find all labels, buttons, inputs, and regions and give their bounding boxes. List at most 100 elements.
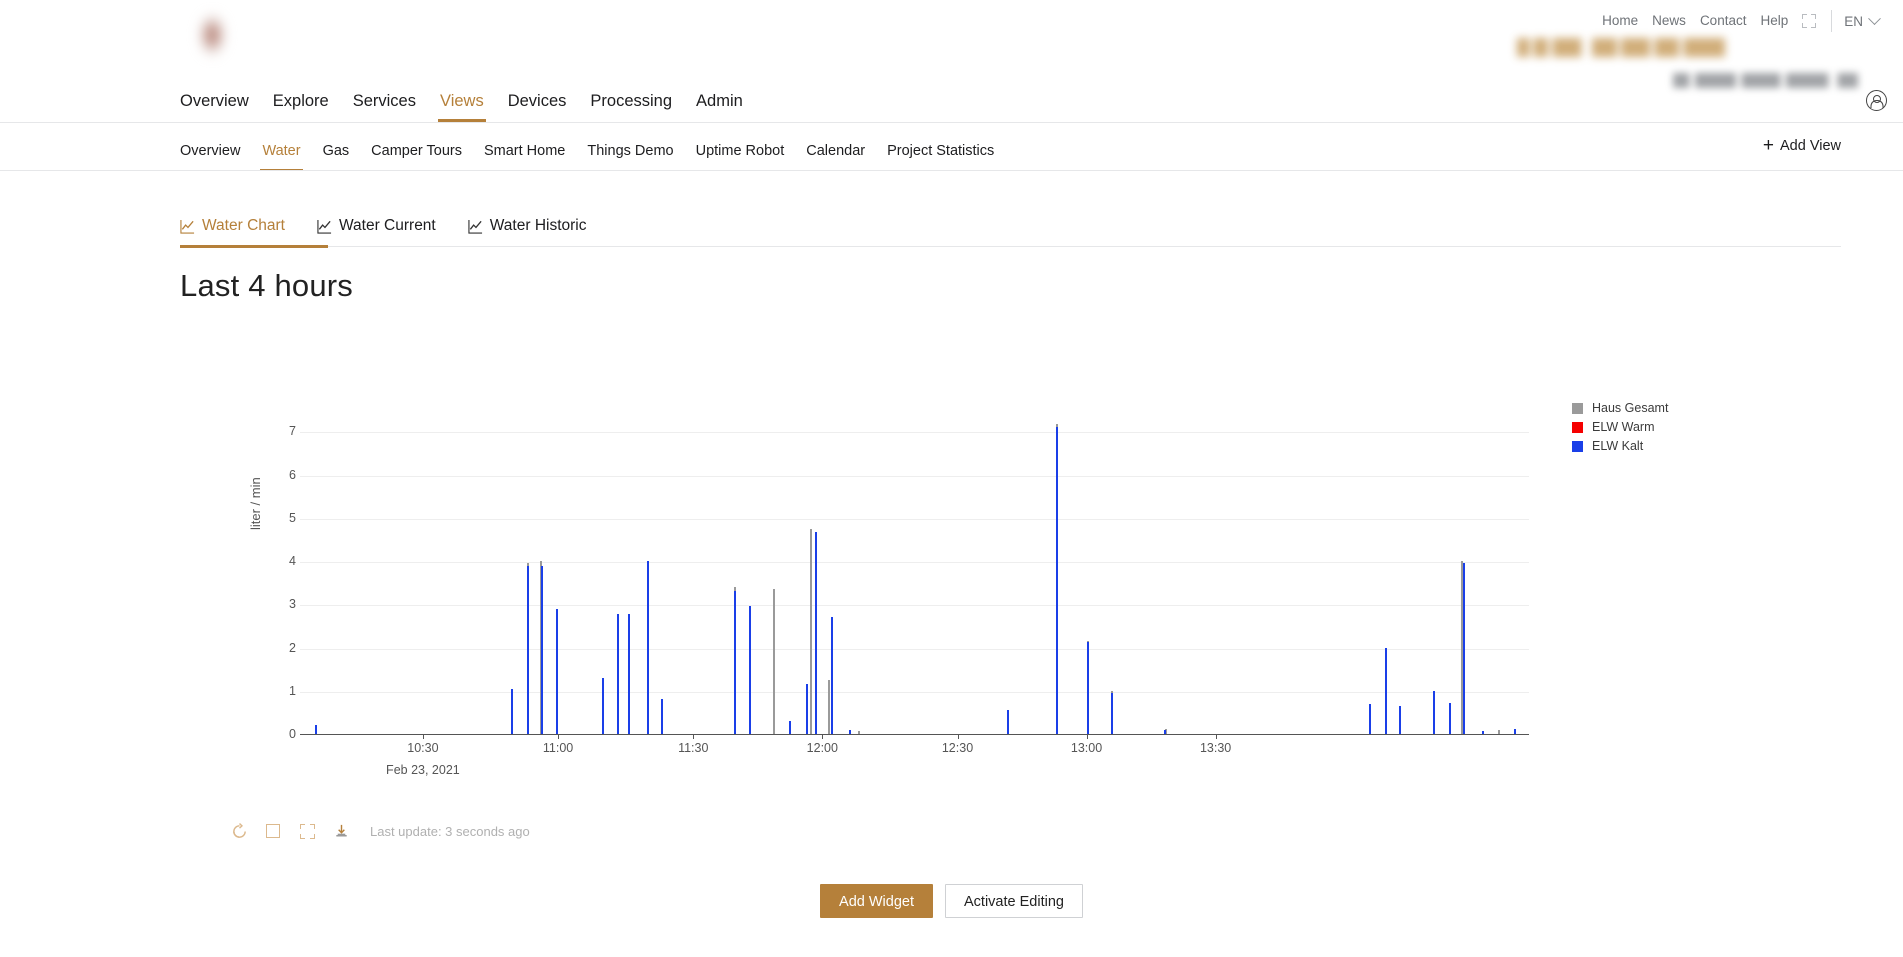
nav-item-explore[interactable]: Explore [261,91,341,122]
chart-x-tick-mark [693,735,694,739]
last-update-text: Last update: 3 seconds ago [370,824,530,839]
refresh-icon[interactable] [222,818,256,844]
site-name-redacted [1517,38,1725,57]
chart-x-tick-mark [958,735,959,739]
user-account-icon[interactable] [1866,90,1887,111]
chart-data-spike [1482,731,1484,734]
language-selector-label: EN [1844,14,1863,29]
line-chart-icon [317,219,332,234]
widget-actions: Add Widget Activate Editing [0,884,1903,918]
legend-item[interactable]: Haus Gesamt [1572,400,1668,416]
chart-gridline [300,649,1529,650]
nav-item-processing[interactable]: Processing [578,91,684,122]
line-chart-icon [180,219,195,234]
legend-item[interactable]: ELW Warm [1572,419,1668,435]
page-title: Last 4 hours [180,268,353,304]
chart-y-tick: 0 [274,727,296,741]
chart-data-spike [815,532,817,734]
chart-x-tick-mark [1087,735,1088,739]
legend-label: Haus Gesamt [1592,401,1668,415]
chart-x-axis [300,734,1529,735]
chart-x-tick: 11:00 [543,741,573,755]
chart-data-spike [1164,730,1166,734]
add-widget-button[interactable]: Add Widget [820,884,933,918]
chart-y-tick: 7 [274,424,296,438]
legend-swatch-icon [1572,422,1583,433]
chart-data-spike [647,561,649,734]
widget-tab-active-underline [180,245,328,248]
utility-link-contact[interactable]: Contact [1693,12,1754,30]
view-tab-smart-home[interactable]: Smart Home [473,142,576,160]
main-nav: Overview Explore Services Views Devices … [180,86,755,122]
view-tab-camper-tours[interactable]: Camper Tours [360,142,473,160]
chart-data-spike [1399,706,1401,734]
chart-plot-area: 0123456710:3011:0011:3012:0012:3013:0013… [300,415,1529,735]
chart-data-spike [858,731,860,734]
chart-gridline [300,476,1529,477]
widget-tab-label: Water Current [339,217,436,235]
chart-gridline [300,562,1529,563]
chart-y-tick: 2 [274,641,296,655]
chart-x-tick: 12:30 [942,741,973,755]
plus-icon: + [1763,139,1774,153]
nav-item-services[interactable]: Services [341,91,428,122]
chart-x-tick: 11:30 [678,741,708,755]
line-chart-icon [468,219,483,234]
language-selector[interactable]: EN [1844,14,1881,29]
chart-y-tick: 5 [274,511,296,525]
utility-link-help[interactable]: Help [1753,12,1795,30]
chart-data-spike [1449,703,1451,734]
widget-tab-water-chart[interactable]: Water Chart [180,217,301,235]
chart-x-tick: 13:30 [1200,741,1231,755]
widget-tab-water-current[interactable]: Water Current [301,217,452,235]
nav-item-views[interactable]: Views [428,91,496,122]
chart-data-spike [773,589,775,734]
view-tabs-divider [0,170,1903,171]
widget-tabs-divider [180,246,1841,247]
view-tab-gas[interactable]: Gas [312,142,361,160]
chart-legend: Haus Gesamt ELW Warm ELW Kalt [1572,400,1668,457]
chart-gridline [300,432,1529,433]
chart-gridline [300,605,1529,606]
nav-item-devices[interactable]: Devices [496,91,579,122]
view-tab-project-statistics[interactable]: Project Statistics [876,142,1005,160]
chart-data-spike [1463,563,1465,734]
stop-square-icon[interactable] [256,818,290,844]
chart-data-spike [1111,693,1113,734]
legend-swatch-icon [1572,441,1583,452]
utility-link-home[interactable]: Home [1595,12,1645,30]
nav-item-admin[interactable]: Admin [684,91,755,122]
view-tab-calendar[interactable]: Calendar [795,142,876,160]
activate-editing-button[interactable]: Activate Editing [945,884,1083,918]
widget-toolbar: Last update: 3 seconds ago [222,818,530,844]
chart-data-spike [1385,648,1387,734]
chart-data-spike [628,614,630,734]
add-view-button[interactable]: + Add View [1763,137,1841,155]
fullscreen-icon[interactable] [1801,13,1817,29]
view-tab-overview[interactable]: Overview [180,142,251,160]
chart-x-tick-mark [822,735,823,739]
chart-data-spike [527,566,529,734]
chart-data-spike [511,689,513,734]
chart-data-spike [541,566,543,734]
legend-label: ELW Warm [1592,420,1655,434]
chart-data-spike [734,591,736,734]
nav-item-overview[interactable]: Overview [180,91,261,122]
chart-data-spike [1514,729,1516,734]
site-logo[interactable] [180,4,242,66]
view-tab-water[interactable]: Water [251,142,311,160]
fullscreen-icon[interactable] [290,818,324,844]
widget-tab-label: Water Chart [202,217,285,235]
utility-divider [1831,10,1832,32]
legend-label: ELW Kalt [1592,439,1643,453]
view-tab-things-demo[interactable]: Things Demo [576,142,684,160]
legend-swatch-icon [1572,403,1583,414]
widget-tab-water-historic[interactable]: Water Historic [452,217,603,235]
utility-nav: Home News Contact Help EN [1595,10,1881,32]
view-tab-uptime-robot[interactable]: Uptime Robot [685,142,796,160]
download-icon[interactable] [324,818,358,844]
utility-link-news[interactable]: News [1645,12,1693,30]
chart-data-spike [661,699,663,734]
legend-item[interactable]: ELW Kalt [1572,438,1668,454]
chart-y-tick: 1 [274,684,296,698]
